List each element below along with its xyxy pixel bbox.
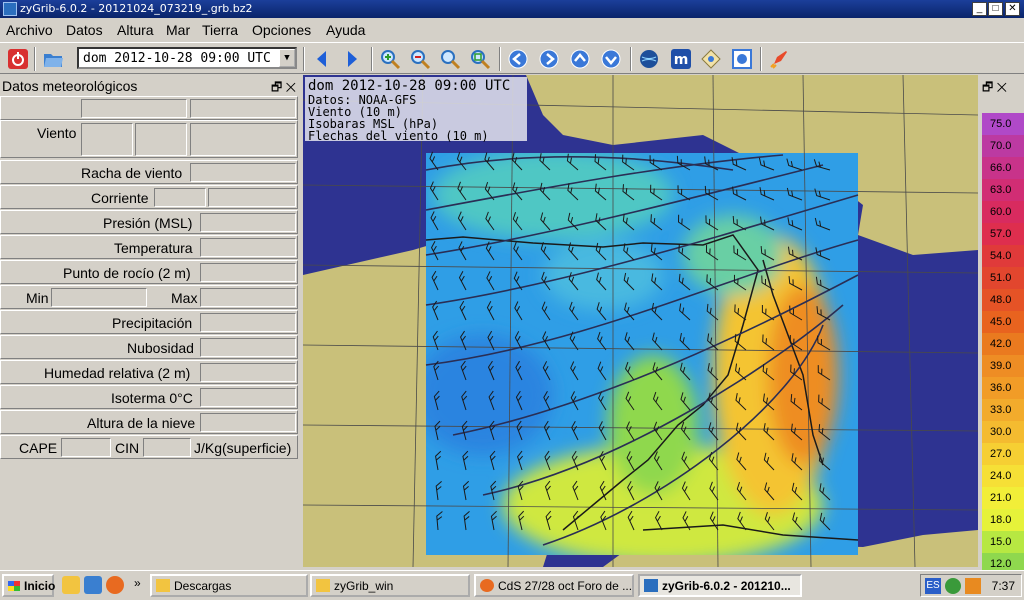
colorbar-item: 15.0 bbox=[982, 531, 1024, 553]
colorbar-item: 57.0 bbox=[982, 223, 1024, 245]
colorbar-item: 60.0 bbox=[982, 201, 1024, 223]
taskbar: Inicio » Descargas zyGrib_win CdS 27/28 … bbox=[0, 570, 1024, 600]
colorbar-item: 30.0 bbox=[982, 421, 1024, 443]
panel-title: Datos meteorológicos bbox=[2, 78, 138, 94]
select-zone-icon[interactable] bbox=[698, 46, 724, 72]
data-row-racha: Racha de viento bbox=[0, 160, 298, 184]
task-firefox[interactable]: CdS 27/28 oct Foro de ... bbox=[474, 574, 634, 597]
quicklaunch-more-icon[interactable]: » bbox=[134, 576, 141, 590]
date-select[interactable]: dom 2012-10-28 09:00 UTC ▼ bbox=[77, 47, 297, 69]
colorbar-float-icon[interactable]: 🗗 ✕ bbox=[982, 78, 1007, 99]
pan-down-icon[interactable] bbox=[598, 46, 624, 72]
menu-ayuda[interactable]: Ayuda bbox=[326, 22, 365, 38]
close-button[interactable]: ✕ bbox=[1005, 2, 1020, 16]
toolbar: dom 2012-10-28 09:00 UTC ▼ m bbox=[0, 42, 1024, 74]
main-window: zyGrib-6.0.2 - 20121024_073219_.grb.bz2 … bbox=[0, 0, 1024, 575]
data-row-humedad: Humedad relativa (2 m) bbox=[0, 360, 298, 384]
menu-altura[interactable]: Altura bbox=[117, 22, 154, 38]
zoom-out-icon[interactable] bbox=[407, 46, 433, 72]
menu-mar[interactable]: Mar bbox=[166, 22, 190, 38]
system-tray: ES 7:37 bbox=[920, 574, 1022, 597]
meteotable-icon[interactable]: m bbox=[668, 46, 694, 72]
language-indicator[interactable]: ES bbox=[925, 578, 941, 594]
maximize-button[interactable]: □ bbox=[988, 2, 1003, 16]
data-row-rocio: Punto de rocío (2 m) bbox=[0, 260, 298, 284]
menu-opciones[interactable]: Opciones bbox=[252, 22, 311, 38]
colorbar-item: 51.0 bbox=[982, 267, 1024, 289]
quicklaunch-firefox-icon[interactable] bbox=[106, 576, 124, 594]
data-row-viento: Viento bbox=[0, 120, 298, 158]
colorbar-item: 33.0 bbox=[982, 399, 1024, 421]
clock: 7:37 bbox=[991, 579, 1015, 593]
window-title: zyGrib-6.0.2 - 20121024_073219_.grb.bz2 bbox=[20, 2, 253, 15]
svg-text:m: m bbox=[674, 52, 689, 68]
start-button[interactable]: Inicio bbox=[2, 574, 55, 597]
colorbar-item: 39.0 bbox=[982, 355, 1024, 377]
pan-up-icon[interactable] bbox=[567, 46, 593, 72]
network-icon[interactable] bbox=[945, 578, 961, 594]
map-info-box: dom 2012-10-28 09:00 UTC Datos: NOAA-GFS… bbox=[305, 77, 527, 143]
zygrib-icon bbox=[644, 579, 658, 592]
data-row-precipitacion: Precipitación bbox=[0, 310, 298, 334]
power-icon[interactable] bbox=[5, 46, 31, 72]
menu-datos[interactable]: Datos bbox=[66, 22, 103, 38]
quicklaunch-folder-icon[interactable] bbox=[62, 576, 80, 594]
map-layer-arrows: Flechas del viento (10 m) bbox=[308, 129, 489, 143]
menu-tierra[interactable]: Tierra bbox=[202, 22, 238, 38]
colorbar-item: 24.0 bbox=[982, 465, 1024, 487]
open-folder-icon[interactable] bbox=[40, 46, 66, 72]
task-zygrib[interactable]: zyGrib-6.0.2 - 201210... bbox=[638, 574, 802, 597]
colorbar-item: 66.0 bbox=[982, 157, 1024, 179]
weather-data-panel: Datos meteorológicos 🗗 ✕ Viento Racha de… bbox=[0, 75, 302, 570]
colorbar-item: 42.0 bbox=[982, 333, 1024, 355]
task-descargas[interactable]: Descargas bbox=[150, 574, 308, 597]
data-row-isoterma: Isoterma 0°C bbox=[0, 385, 298, 409]
data-row-header bbox=[0, 96, 298, 120]
colorbar-item: 27.0 bbox=[982, 443, 1024, 465]
data-row-temperatura: Temperatura bbox=[0, 235, 298, 259]
pan-right-icon[interactable] bbox=[536, 46, 562, 72]
quicklaunch-ie-icon[interactable] bbox=[84, 576, 102, 594]
data-row-presion: Presión (MSL) bbox=[0, 210, 298, 234]
zoom-in-icon[interactable] bbox=[377, 46, 403, 72]
folder-icon bbox=[156, 579, 170, 592]
firefox-icon bbox=[480, 579, 494, 592]
app-icon bbox=[3, 2, 17, 16]
download-globe-icon[interactable] bbox=[636, 46, 662, 72]
colorbar-item: 75.0 bbox=[982, 113, 1024, 135]
chevron-down-icon[interactable]: ▼ bbox=[279, 49, 295, 67]
data-row-min-max: Min Max bbox=[0, 285, 298, 309]
colorbar-item: 18.0 bbox=[982, 509, 1024, 531]
task-zygrib-win[interactable]: zyGrib_win bbox=[310, 574, 470, 597]
map-date: dom 2012-10-28 09:00 UTC bbox=[308, 78, 511, 94]
colorbar-item: 21.0 bbox=[982, 487, 1024, 509]
folder-icon bbox=[316, 579, 330, 592]
data-row-corriente: Corriente bbox=[0, 185, 298, 209]
colorbar-item: 48.0 bbox=[982, 289, 1024, 311]
colorbar-item: 54.0 bbox=[982, 245, 1024, 267]
colorbar-item: 63.0 bbox=[982, 179, 1024, 201]
data-row-nieve: Altura de la nieve bbox=[0, 410, 298, 434]
zoom-fit-icon[interactable] bbox=[437, 46, 463, 72]
tray-app-icon[interactable] bbox=[965, 578, 981, 594]
data-row-nubosidad: Nubosidad bbox=[0, 335, 298, 359]
menu-bar: Archivo Datos Altura Mar Tierra Opciones… bbox=[0, 18, 1024, 42]
weather-map[interactable]: dom 2012-10-28 09:00 UTC Datos: NOAA-GFS… bbox=[303, 75, 978, 567]
colorbar-item: 70.0 bbox=[982, 135, 1024, 157]
colorbar-item: 45.0 bbox=[982, 311, 1024, 333]
colorbar-item: 36.0 bbox=[982, 377, 1024, 399]
data-row-cape: CAPE CIN J/Kg(superficie) bbox=[0, 435, 298, 459]
info-icon[interactable] bbox=[729, 46, 755, 72]
rocket-icon[interactable] bbox=[766, 46, 792, 72]
prev-step-icon[interactable] bbox=[309, 46, 335, 72]
next-step-icon[interactable] bbox=[339, 46, 365, 72]
zoom-all-icon[interactable] bbox=[467, 46, 493, 72]
menu-archivo[interactable]: Archivo bbox=[6, 22, 53, 38]
color-scale-panel: 🗗 ✕ 75.0 70.0 66.0 63.0 60.0 57.0 54.0 51.0 48.0… bbox=[980, 75, 1024, 575]
map-canvas[interactable] bbox=[303, 75, 978, 567]
minimize-button[interactable]: _ bbox=[972, 2, 987, 16]
pan-left-icon[interactable] bbox=[505, 46, 531, 72]
title-bar[interactable]: zyGrib-6.0.2 - 20121024_073219_.grb.bz2 … bbox=[0, 0, 1024, 18]
